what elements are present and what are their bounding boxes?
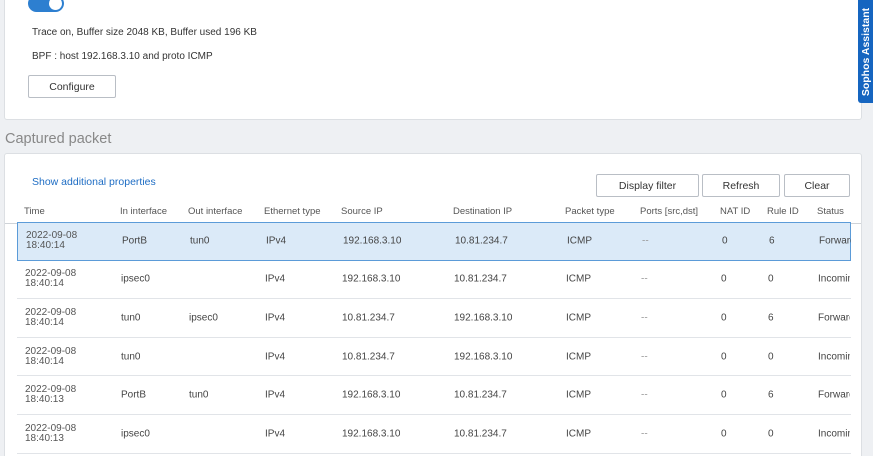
col-header-in-interface[interactable]: In interface	[120, 206, 167, 217]
packet-table-body: 2022-09-08 18:40:14 PortB tun0 IPv4 192.1…	[17, 222, 851, 454]
rule-id-cell: 6	[768, 312, 774, 324]
source-ip-cell: 10.81.234.7	[342, 351, 395, 363]
packet-type-cell: ICMP	[566, 312, 591, 324]
destination-ip-cell: 10.81.234.7	[455, 235, 508, 247]
sophos-assistant-label: Sophos Assistant	[859, 7, 872, 96]
ethernet-type-cell: IPv4	[265, 312, 286, 324]
rule-id-cell: 0	[768, 428, 774, 440]
table-row[interactable]: 2022-09-08 18:40:14 PortB tun0 IPv4 192.1…	[17, 222, 851, 261]
status-cell: Incoming	[818, 351, 850, 363]
destination-ip-cell: 10.81.234.7	[454, 389, 507, 401]
table-row[interactable]: 2022-09-08 18:40:14 tun0 IPv4 10.81.234.7…	[17, 338, 851, 377]
table-row[interactable]: 2022-09-08 18:40:14 ipsec0 IPv4 192.168.3…	[17, 261, 851, 300]
ethernet-type-cell: IPv4	[266, 235, 287, 247]
ethernet-type-cell: IPv4	[265, 351, 286, 363]
nat-id-cell: 0	[721, 389, 727, 401]
nat-id-cell: 0	[721, 351, 727, 363]
time-cell: 2022-09-08 18:40:13	[25, 384, 77, 406]
time-cell: 2022-09-08 18:40:14	[25, 306, 77, 328]
destination-ip-cell: 192.168.3.10	[454, 312, 513, 324]
source-ip-cell: 192.168.3.10	[342, 428, 401, 440]
configure-button[interactable]: Configure	[28, 75, 116, 98]
in-interface-cell: PortB	[122, 235, 148, 247]
in-interface-cell: ipsec0	[121, 273, 150, 285]
col-header-ethernet-type[interactable]: Ethernet type	[264, 206, 321, 217]
time-cell: 2022-09-08 18:40:14	[25, 268, 77, 290]
col-header-destination-ip[interactable]: Destination IP	[453, 206, 512, 217]
packet-type-cell: ICMP	[566, 389, 591, 401]
nat-id-cell: 0	[721, 312, 727, 324]
sophos-assistant-tab[interactable]: Sophos Assistant	[858, 0, 873, 103]
destination-ip-cell: 10.81.234.7	[454, 428, 507, 440]
clear-button[interactable]: Clear	[784, 174, 850, 197]
source-ip-cell: 192.168.3.10	[342, 389, 401, 401]
out-interface-cell: tun0	[190, 235, 210, 247]
packet-type-cell: ICMP	[566, 428, 591, 440]
rule-id-cell: 0	[768, 351, 774, 363]
in-interface-cell: tun0	[121, 312, 141, 324]
table-row[interactable]: 2022-09-08 18:40:13 PortB tun0 IPv4 192.1…	[17, 376, 851, 415]
packet-type-cell: ICMP	[566, 351, 591, 363]
refresh-button[interactable]: Refresh	[702, 174, 780, 197]
in-interface-cell: PortB	[121, 389, 147, 401]
rule-id-cell: 6	[768, 389, 774, 401]
status-cell: Forwarded	[818, 312, 850, 324]
time-cell: 2022-09-08 18:40:13	[25, 422, 77, 444]
source-ip-cell: 192.168.3.10	[343, 235, 402, 247]
packet-type-cell: ICMP	[567, 235, 592, 247]
captured-packet-panel: Show additional properties Display filte…	[4, 153, 862, 456]
status-cell: Incoming	[818, 428, 850, 440]
nat-id-cell: 0	[721, 428, 727, 440]
out-interface-cell: ipsec0	[189, 312, 218, 324]
table-row[interactable]: 2022-09-08 18:40:13 ipsec0 IPv4 192.168.3…	[17, 415, 851, 454]
rule-id-cell: 0	[768, 273, 774, 285]
time-cell: 2022-09-08 18:40:14	[26, 230, 78, 252]
in-interface-cell: ipsec0	[121, 428, 150, 440]
nat-id-cell: 0	[721, 273, 727, 285]
ports-cell: --	[641, 428, 648, 440]
ethernet-type-cell: IPv4	[265, 273, 286, 285]
ports-cell: --	[641, 273, 648, 285]
in-interface-cell: tun0	[121, 351, 141, 363]
nat-id-cell: 0	[722, 235, 728, 247]
col-header-nat-id[interactable]: NAT ID	[720, 206, 750, 217]
col-header-packet-type[interactable]: Packet type	[565, 206, 615, 217]
ports-cell: --	[641, 351, 648, 363]
col-header-out-interface[interactable]: Out interface	[188, 206, 242, 217]
status-cell: Forwarded	[818, 389, 850, 401]
ethernet-type-cell: IPv4	[265, 428, 286, 440]
source-ip-cell: 10.81.234.7	[342, 312, 395, 324]
destination-ip-cell: 192.168.3.10	[454, 351, 513, 363]
trace-status-text: Trace on, Buffer size 2048 KB, Buffer us…	[32, 27, 257, 38]
ports-cell: --	[641, 389, 648, 401]
table-row[interactable]: 2022-09-08 18:40:14 tun0 ipsec0 IPv4 10.8…	[17, 299, 851, 338]
col-header-source-ip[interactable]: Source IP	[341, 206, 383, 217]
rule-id-cell: 6	[769, 235, 775, 247]
out-interface-cell: tun0	[189, 389, 209, 401]
show-additional-properties-link[interactable]: Show additional properties	[32, 176, 156, 188]
trace-config-panel: Trace on, Buffer size 2048 KB, Buffer us…	[4, 0, 862, 120]
col-header-time[interactable]: Time	[24, 206, 45, 217]
time-cell: 2022-09-08 18:40:14	[25, 345, 77, 367]
toggle-knob	[49, 0, 62, 10]
status-cell: Incoming	[818, 273, 850, 285]
packet-type-cell: ICMP	[566, 273, 591, 285]
display-filter-button[interactable]: Display filter	[596, 174, 699, 197]
status-cell: Forwarded	[819, 235, 851, 247]
ports-cell: --	[642, 235, 649, 247]
ethernet-type-cell: IPv4	[265, 389, 286, 401]
table-header: Time In interface Out interface Ethernet…	[5, 202, 861, 224]
ports-cell: --	[641, 312, 648, 324]
col-header-status[interactable]: Status	[817, 206, 844, 217]
section-title: Captured packet	[5, 131, 112, 147]
trace-toggle[interactable]	[28, 0, 64, 12]
destination-ip-cell: 10.81.234.7	[454, 273, 507, 285]
col-header-ports[interactable]: Ports [src,dst]	[640, 206, 698, 217]
source-ip-cell: 192.168.3.10	[342, 273, 401, 285]
bpf-filter-text: BPF : host 192.168.3.10 and proto ICMP	[32, 51, 213, 62]
col-header-rule-id[interactable]: Rule ID	[767, 206, 799, 217]
